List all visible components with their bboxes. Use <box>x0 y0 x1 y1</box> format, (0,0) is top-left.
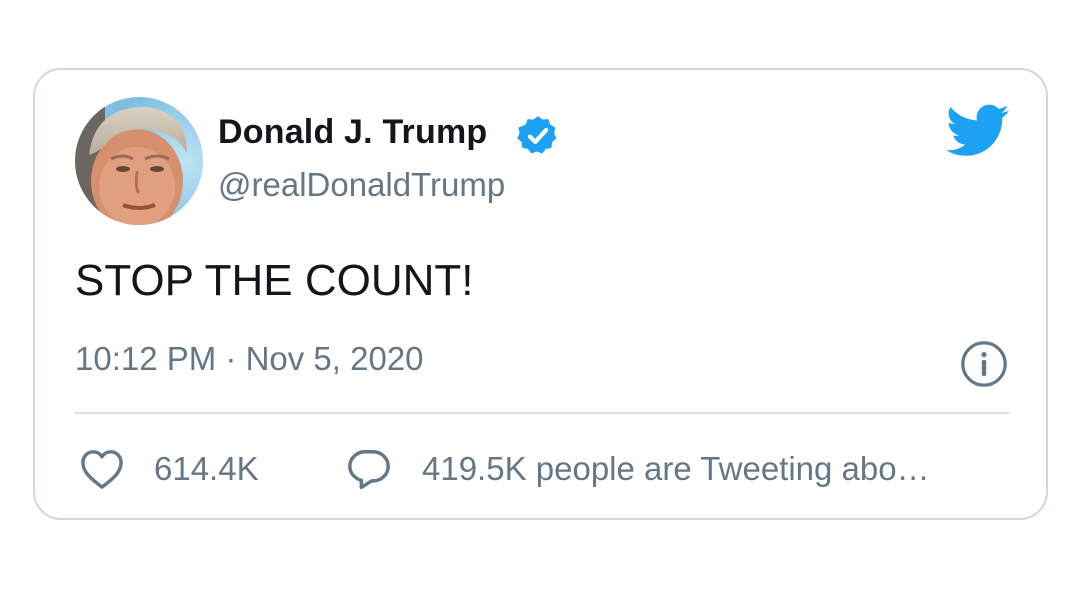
verified-badge-icon <box>515 113 561 159</box>
tweet-timestamp[interactable]: 10:12 PM · Nov 5, 2020 <box>75 340 424 378</box>
heart-icon[interactable] <box>79 448 125 490</box>
conversation-link[interactable]: 419.5K people are Tweeting abo… <box>422 450 930 488</box>
reply-bubble-icon[interactable] <box>346 446 392 492</box>
divider <box>75 412 1010 414</box>
like-count[interactable]: 614.4K <box>154 450 259 488</box>
tweet-card[interactable]: Donald J. Trump @realDonaldTrump STOP TH… <box>33 68 1048 520</box>
twitter-bird-icon[interactable] <box>946 104 1010 158</box>
avatar[interactable] <box>75 97 203 225</box>
author-handle[interactable]: @realDonaldTrump <box>218 166 505 204</box>
author-name[interactable]: Donald J. Trump <box>218 113 487 152</box>
tweet-text: STOP THE COUNT! <box>75 256 474 305</box>
info-icon[interactable] <box>960 340 1008 388</box>
